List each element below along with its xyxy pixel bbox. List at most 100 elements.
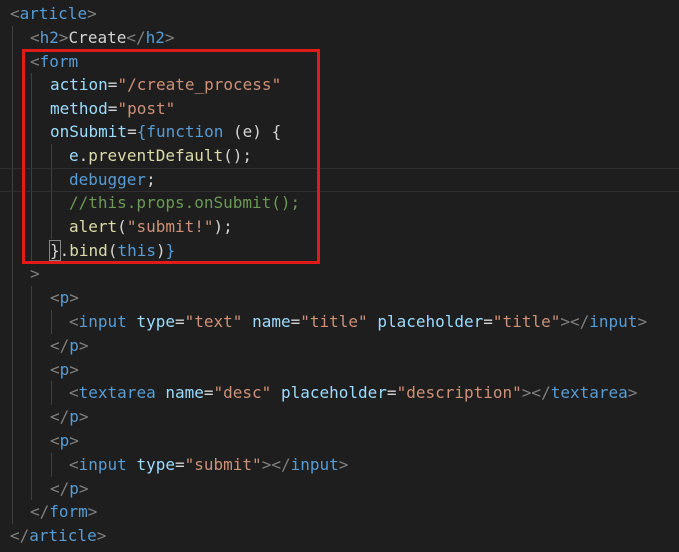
code-token: input bbox=[78, 312, 127, 331]
code-token: p bbox=[69, 407, 79, 426]
code-line[interactable]: }.bind(this)} bbox=[0, 239, 679, 263]
code-token: </ bbox=[50, 479, 70, 498]
code-line[interactable]: alert("submit!"); bbox=[0, 215, 679, 239]
code-token: < bbox=[69, 312, 79, 331]
code-token: </ bbox=[10, 526, 30, 545]
code-token: p bbox=[59, 431, 70, 450]
code-line[interactable]: <form bbox=[0, 50, 679, 74]
code-token: p bbox=[59, 288, 70, 307]
code-token: < bbox=[10, 4, 20, 23]
code-token: < bbox=[50, 431, 60, 450]
code-token: input bbox=[290, 455, 339, 474]
code-token: "title" bbox=[300, 312, 368, 331]
code-token: = bbox=[386, 383, 397, 402]
code-line[interactable]: </article> bbox=[0, 524, 679, 548]
code-token: = bbox=[290, 312, 301, 331]
code-token: ); bbox=[213, 217, 233, 236]
code-token: (); bbox=[223, 146, 253, 165]
code-token: { bbox=[136, 122, 147, 141]
code-line[interactable]: <article> bbox=[0, 2, 679, 26]
code-token: p bbox=[59, 360, 70, 379]
code-token: placeholder bbox=[377, 312, 484, 331]
code-token: ></ bbox=[261, 455, 291, 474]
code-token: "/create_process" bbox=[117, 75, 282, 94]
code-token: type bbox=[136, 312, 175, 331]
code-line[interactable]: action="/create_process" bbox=[0, 73, 679, 97]
code-token: > bbox=[627, 383, 638, 402]
code-editor[interactable]: <article> <h2>Create</h2> <form action="/cr… bbox=[0, 0, 679, 552]
code-line[interactable]: <p> bbox=[0, 286, 679, 310]
code-token: </ bbox=[50, 336, 70, 355]
code-line[interactable]: </p> bbox=[0, 334, 679, 358]
code-line[interactable]: //this.props.onSubmit(); bbox=[0, 191, 679, 215]
code-token: > bbox=[338, 455, 349, 474]
code-token: Create bbox=[68, 28, 127, 47]
code-token: . bbox=[59, 241, 70, 260]
code-line[interactable]: </form> bbox=[0, 500, 679, 524]
code-token: name bbox=[165, 383, 204, 402]
code-line[interactable]: <textarea name="desc" placeholder="descr… bbox=[0, 381, 679, 405]
code-token: "submit" bbox=[184, 455, 262, 474]
code-token: > bbox=[30, 264, 40, 283]
code-token: article bbox=[19, 4, 88, 23]
code-token: > bbox=[87, 4, 97, 23]
code-token: > bbox=[58, 28, 69, 47]
code-token: (e) { bbox=[223, 122, 282, 141]
code-token: h2 bbox=[145, 28, 165, 47]
code-token: function bbox=[146, 122, 224, 141]
code-token: > bbox=[69, 431, 79, 450]
code-token: preventDefault bbox=[88, 146, 224, 165]
code-line[interactable]: onSubmit={function (e) { bbox=[0, 120, 679, 144]
code-token: > bbox=[96, 526, 107, 545]
code-token: form bbox=[39, 52, 79, 71]
code-token: > bbox=[78, 336, 89, 355]
code-token: h2 bbox=[39, 28, 59, 47]
code-line[interactable]: > bbox=[0, 262, 679, 286]
code-line[interactable]: <h2>Create</h2> bbox=[0, 26, 679, 50]
code-token: this bbox=[117, 241, 156, 260]
code-token: p bbox=[69, 479, 79, 498]
code-token: action bbox=[50, 75, 108, 94]
code-token: "title" bbox=[492, 312, 561, 331]
code-token: ( bbox=[117, 217, 127, 236]
code-token: > bbox=[78, 407, 89, 426]
code-line[interactable]: e.preventDefault(); bbox=[0, 144, 679, 168]
code-token: ; bbox=[146, 170, 156, 189]
code-token: = bbox=[174, 312, 185, 331]
code-token: p bbox=[69, 336, 79, 355]
code-line[interactable]: <input type="text" name="title" placehol… bbox=[0, 310, 679, 334]
code-token: < bbox=[69, 455, 79, 474]
code-token: > bbox=[69, 288, 79, 307]
code-line[interactable]: method="post" bbox=[0, 97, 679, 121]
code-token: } bbox=[165, 241, 176, 260]
code-line[interactable]: <p> bbox=[0, 429, 679, 453]
code-token: "text" bbox=[184, 312, 243, 331]
code-token: input bbox=[78, 455, 127, 474]
code-token: = bbox=[203, 383, 214, 402]
code-token: = bbox=[127, 122, 137, 141]
code-line[interactable]: </p> bbox=[0, 405, 679, 429]
code-token: placeholder bbox=[280, 383, 387, 402]
code-token: //this.props.onSubmit(); bbox=[69, 193, 301, 212]
code-token: < bbox=[50, 360, 60, 379]
code-token: < bbox=[50, 288, 60, 307]
code-token: } bbox=[49, 240, 61, 261]
code-line[interactable]: debugger; bbox=[0, 168, 679, 192]
code-token: method bbox=[50, 99, 108, 118]
code-line[interactable]: <p> bbox=[0, 358, 679, 382]
code-token: "post" bbox=[117, 99, 176, 118]
code-token: . bbox=[78, 146, 89, 165]
code-token: bind bbox=[69, 241, 108, 260]
code-token: form bbox=[49, 502, 88, 521]
code-token: "submit!" bbox=[126, 217, 214, 236]
code-token: > bbox=[164, 28, 175, 47]
code-token: > bbox=[78, 479, 89, 498]
code-token: textarea bbox=[550, 383, 628, 402]
code-token: </ bbox=[30, 502, 50, 521]
code-line[interactable]: </p> bbox=[0, 477, 679, 501]
code-line[interactable]: <input type="submit"></input> bbox=[0, 453, 679, 477]
